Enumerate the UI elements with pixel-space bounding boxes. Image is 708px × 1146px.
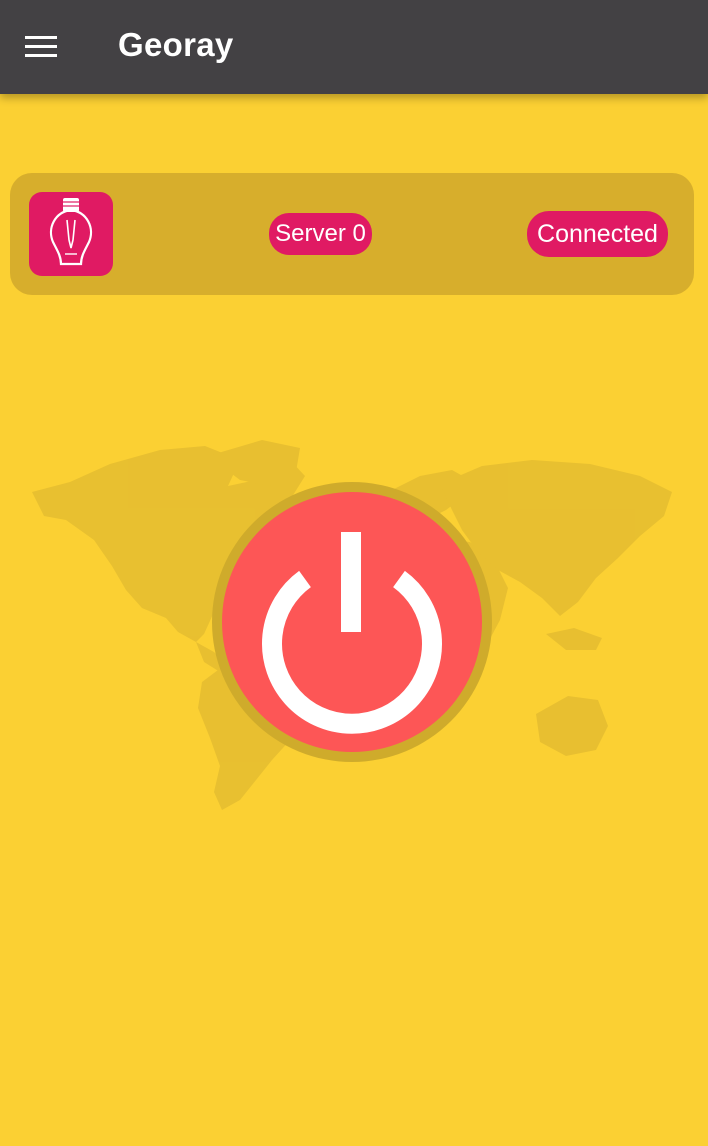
power-icon	[262, 532, 442, 734]
power-button[interactable]	[212, 482, 492, 762]
power-button-face[interactable]	[222, 492, 482, 752]
connection-status-badge: Connected	[527, 211, 668, 257]
server-select-button[interactable]: Server 0	[269, 213, 372, 255]
lightbulb-icon[interactable]	[29, 192, 113, 276]
app-bar: Georay	[0, 0, 708, 94]
hamburger-menu-icon[interactable]	[14, 24, 68, 70]
app-title: Georay	[118, 26, 234, 63]
server-card: Server 0 Connected	[10, 173, 694, 295]
